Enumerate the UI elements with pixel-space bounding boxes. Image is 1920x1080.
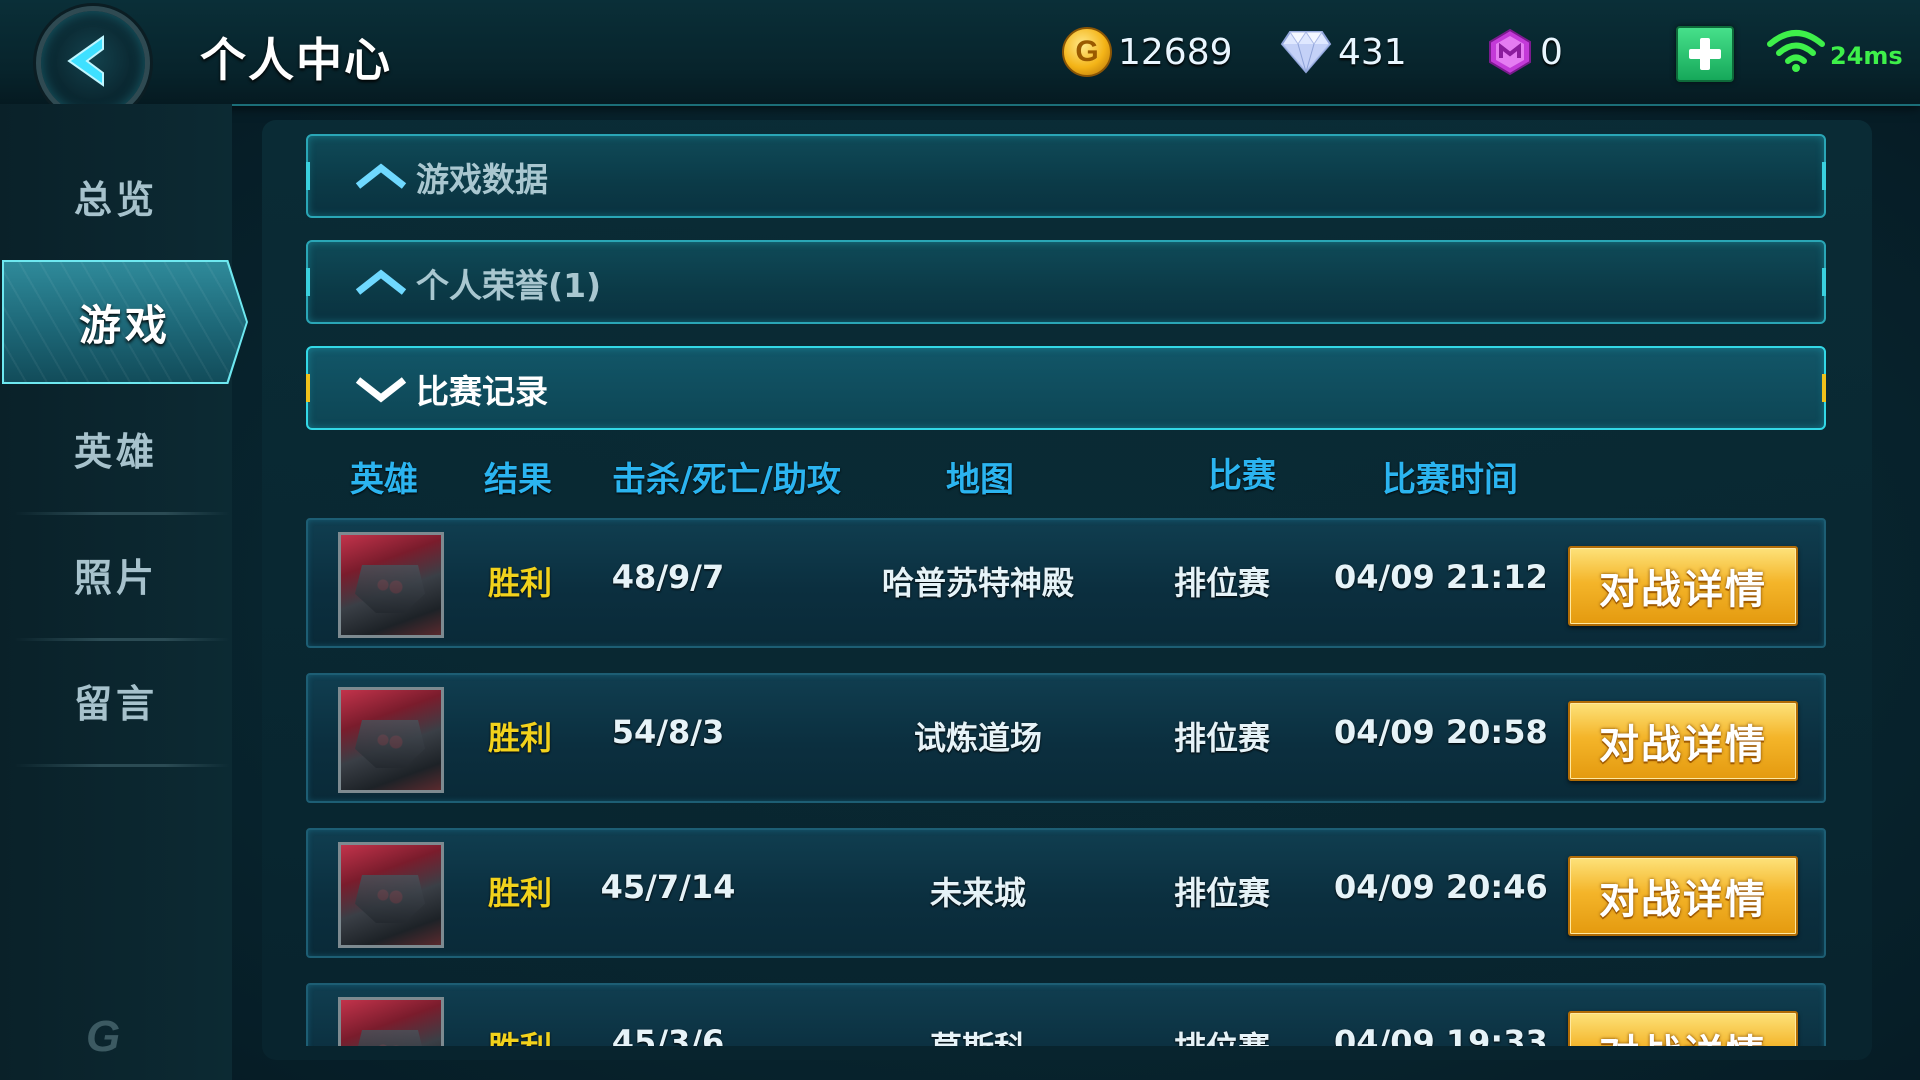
sidebar-item-game[interactable]: 游戏 bbox=[0, 262, 250, 382]
match-row: 胜利 45/3/6 莫斯科 排位赛 04/09 19:33 对战详情 bbox=[306, 983, 1826, 1046]
match-kda: 45/3/6 bbox=[611, 1023, 725, 1046]
match-kda: 48/9/7 bbox=[611, 558, 725, 596]
match-row: 胜利 54/8/3 试炼道场 排位赛 04/09 20:58 对战详情 bbox=[306, 673, 1826, 803]
page-title: 个人中心 bbox=[200, 33, 392, 87]
gem-value: 0 bbox=[1540, 31, 1563, 73]
column-header-time: 比赛时间 bbox=[1382, 460, 1518, 500]
back-arrow-icon bbox=[67, 35, 104, 87]
match-kda: 45/7/14 bbox=[600, 868, 736, 906]
match-row: 胜利 48/9/7 哈普苏特神殿 排位赛 04/09 21:12 对战详情 bbox=[306, 518, 1826, 648]
match-time: 04/09 19:33 bbox=[1334, 1023, 1548, 1046]
gold-value: 12689 bbox=[1118, 31, 1233, 73]
purple-gem-icon bbox=[1489, 28, 1531, 76]
hero-avatar bbox=[338, 997, 444, 1046]
diamond-icon bbox=[1280, 31, 1332, 74]
section-label: 游戏数据 bbox=[416, 160, 548, 199]
section-game-data[interactable]: 游戏数据 bbox=[306, 134, 1826, 218]
match-map: 哈普苏特神殿 bbox=[881, 564, 1074, 602]
sidebar-item-overview[interactable]: 总览 bbox=[0, 136, 232, 256]
match-mode: 排位赛 bbox=[1173, 719, 1270, 757]
sidebar-divider bbox=[14, 764, 230, 767]
match-time: 04/09 20:58 bbox=[1334, 713, 1548, 751]
sidebar-item-photos[interactable]: 照片 bbox=[0, 514, 232, 634]
column-header-mode: 比赛 bbox=[1208, 456, 1276, 496]
match-list: 胜利 48/9/7 哈普苏特神殿 排位赛 04/09 21:12 对战详情 胜利… bbox=[262, 510, 1872, 1046]
match-details-button[interactable]: 对战详情 bbox=[1568, 546, 1798, 626]
column-header-map: 地图 bbox=[946, 460, 1014, 500]
sidebar-item-messages[interactable]: 留言 bbox=[0, 640, 232, 760]
match-time: 04/09 20:46 bbox=[1334, 868, 1548, 906]
match-map: 试炼道场 bbox=[913, 719, 1042, 757]
ping-value: 24ms bbox=[1830, 42, 1903, 70]
add-currency-button[interactable] bbox=[1676, 26, 1734, 82]
game-logo-icon: G bbox=[86, 1012, 121, 1061]
gold-coin-icon: G bbox=[1062, 27, 1112, 77]
top-bar: 个人中心 G 12689 431 0 24ms bbox=[0, 0, 1920, 120]
sidebar-item-heroes[interactable]: 英雄 bbox=[0, 388, 232, 508]
gold-counter: G 12689 bbox=[1062, 26, 1233, 78]
match-mode: 排位赛 bbox=[1173, 874, 1270, 912]
network-status: 24ms bbox=[1766, 28, 1903, 72]
match-kda: 54/8/3 bbox=[611, 713, 725, 751]
match-details-button[interactable]: 对战详情 bbox=[1568, 701, 1798, 781]
chevron-down-icon bbox=[355, 377, 407, 403]
match-map: 莫斯科 bbox=[828, 1023, 1128, 1046]
match-details-button[interactable]: 对战详情 bbox=[1568, 856, 1798, 936]
match-row: 胜利 45/7/14 未来城 排位赛 04/09 20:46 对战详情 bbox=[306, 828, 1826, 958]
match-details-button[interactable]: 对战详情 bbox=[1568, 1011, 1798, 1046]
diamond-value: 431 bbox=[1338, 31, 1407, 73]
hero-avatar bbox=[338, 842, 444, 948]
chevron-up-icon bbox=[355, 163, 407, 189]
section-match-records[interactable]: 比赛记录 bbox=[306, 346, 1826, 430]
match-result: 胜利 bbox=[488, 564, 553, 602]
column-header-hero: 英雄 bbox=[350, 460, 418, 500]
column-header-result: 结果 bbox=[484, 460, 552, 500]
section-label: 比赛记录 bbox=[416, 372, 548, 411]
column-header-kda: 击杀/死亡/助攻 bbox=[612, 460, 841, 500]
diamond-counter: 431 bbox=[1280, 26, 1407, 78]
match-mode: 排位赛 bbox=[1173, 564, 1270, 602]
section-label: 个人荣誉(1) bbox=[416, 266, 602, 305]
match-map: 未来城 bbox=[929, 874, 1026, 912]
hero-avatar bbox=[338, 532, 444, 638]
match-result: 胜利 bbox=[488, 719, 553, 757]
personal-center-screen: 个人中心 G 12689 431 0 24ms 总览 游戏 英雄 照片 留言 G… bbox=[0, 0, 1920, 1080]
hero-avatar bbox=[338, 687, 444, 793]
wifi-icon bbox=[1767, 30, 1825, 72]
back-button[interactable] bbox=[36, 6, 150, 120]
match-result: 胜利 bbox=[488, 1023, 552, 1046]
match-mode: 排位赛 bbox=[1142, 1023, 1302, 1046]
chevron-up-icon bbox=[355, 269, 407, 295]
section-personal-honor[interactable]: 个人荣誉(1) bbox=[306, 240, 1826, 324]
match-result: 胜利 bbox=[488, 874, 553, 912]
match-time: 04/09 21:12 bbox=[1334, 558, 1548, 596]
gem-counter: 0 bbox=[1486, 26, 1563, 78]
